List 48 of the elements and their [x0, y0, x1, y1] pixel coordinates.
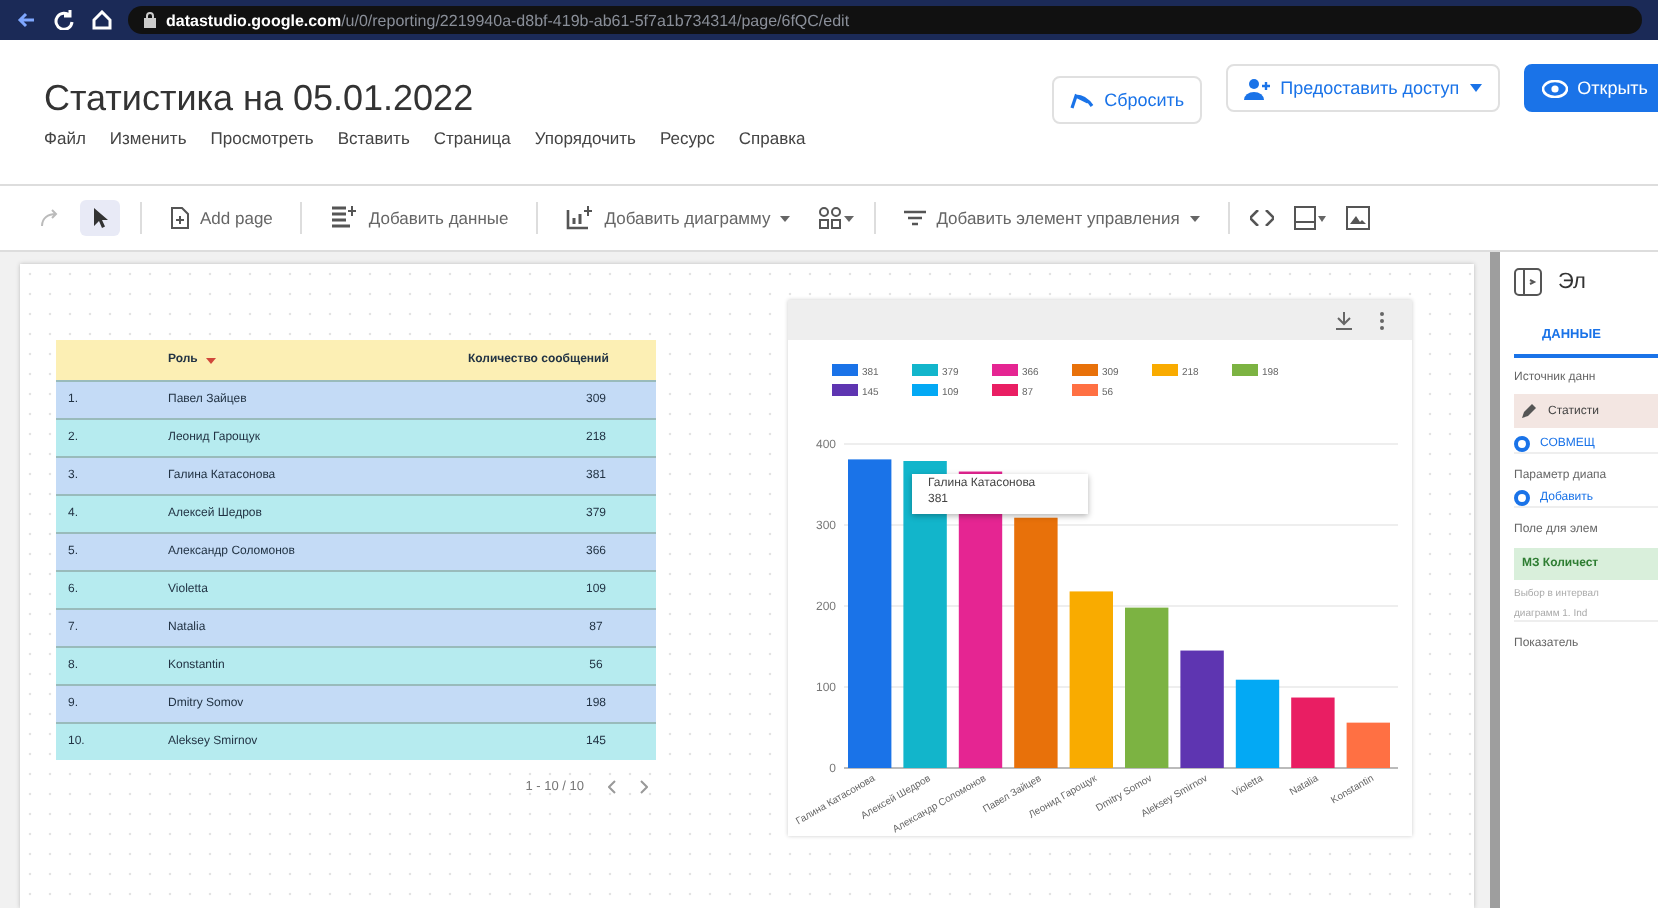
back-icon[interactable] — [16, 10, 36, 30]
lock-icon — [144, 12, 156, 28]
address-bar[interactable]: datastudio.google.com/u/0/reporting/2219940a-d8bf-419b-ab61-5f7a1b734314/page/6fQC/edit — [128, 6, 1642, 34]
report-title[interactable]: Статистика на 05.01.2022 — [44, 77, 1053, 119]
view-button[interactable]: Открыть — [1523, 64, 1658, 112]
caret-icon — [1189, 215, 1200, 221]
select-tool[interactable] — [80, 200, 120, 236]
previous-page-icon[interactable] — [608, 780, 616, 794]
add-data-button[interactable]: Добавить данные — [322, 200, 517, 236]
menu-item[interactable]: Страница — [433, 127, 511, 147]
menu-item[interactable]: Вставить — [337, 127, 410, 147]
layout-icon[interactable] — [1293, 206, 1326, 230]
community-icon[interactable] — [818, 206, 855, 230]
add-page-button[interactable]: Add page — [162, 200, 281, 236]
chart-plus-icon — [566, 206, 595, 230]
home-icon[interactable] — [92, 10, 112, 30]
menu-item[interactable]: Просмотреть — [210, 127, 314, 147]
add-chart-button[interactable]: Добавить диаграмму — [558, 200, 799, 236]
undo-icon — [1070, 91, 1095, 109]
menu-item[interactable]: Упорядочить — [534, 127, 636, 147]
menu-item[interactable]: Файл — [44, 127, 86, 147]
next-page-icon[interactable] — [640, 780, 648, 794]
sort-icon — [205, 357, 216, 363]
image-icon[interactable] — [1345, 206, 1370, 230]
download-icon[interactable] — [1336, 311, 1352, 329]
reload-icon[interactable] — [54, 10, 74, 30]
menu-item[interactable]: Изменить — [109, 127, 187, 147]
code-icon[interactable] — [1249, 210, 1274, 226]
pointer-icon — [92, 208, 108, 228]
add-circle-icon — [1514, 490, 1530, 506]
add-circle-icon — [1514, 436, 1530, 452]
menu-item[interactable]: Справка — [738, 127, 806, 147]
menu-item[interactable]: Ресурс — [660, 127, 715, 147]
share-button[interactable]: Предоставить доступ — [1226, 64, 1500, 112]
bar[interactable] — [1180, 650, 1224, 768]
bar[interactable] — [848, 459, 892, 768]
add-person-icon — [1244, 77, 1271, 99]
dropdown-icon — [1469, 84, 1482, 92]
panel-title: Эл — [1558, 270, 1586, 294]
add-control-button[interactable]: Добавить элемент управления — [896, 202, 1208, 234]
eye-icon — [1541, 79, 1568, 97]
reset-button[interactable]: Сбросить — [1052, 76, 1203, 124]
filter-icon — [904, 210, 927, 226]
database-plus-icon — [330, 206, 359, 230]
panel-toggle-icon[interactable] — [1514, 268, 1542, 296]
caret-icon — [780, 215, 791, 221]
page-plus-icon — [170, 206, 190, 230]
pencil-icon — [1522, 404, 1536, 418]
